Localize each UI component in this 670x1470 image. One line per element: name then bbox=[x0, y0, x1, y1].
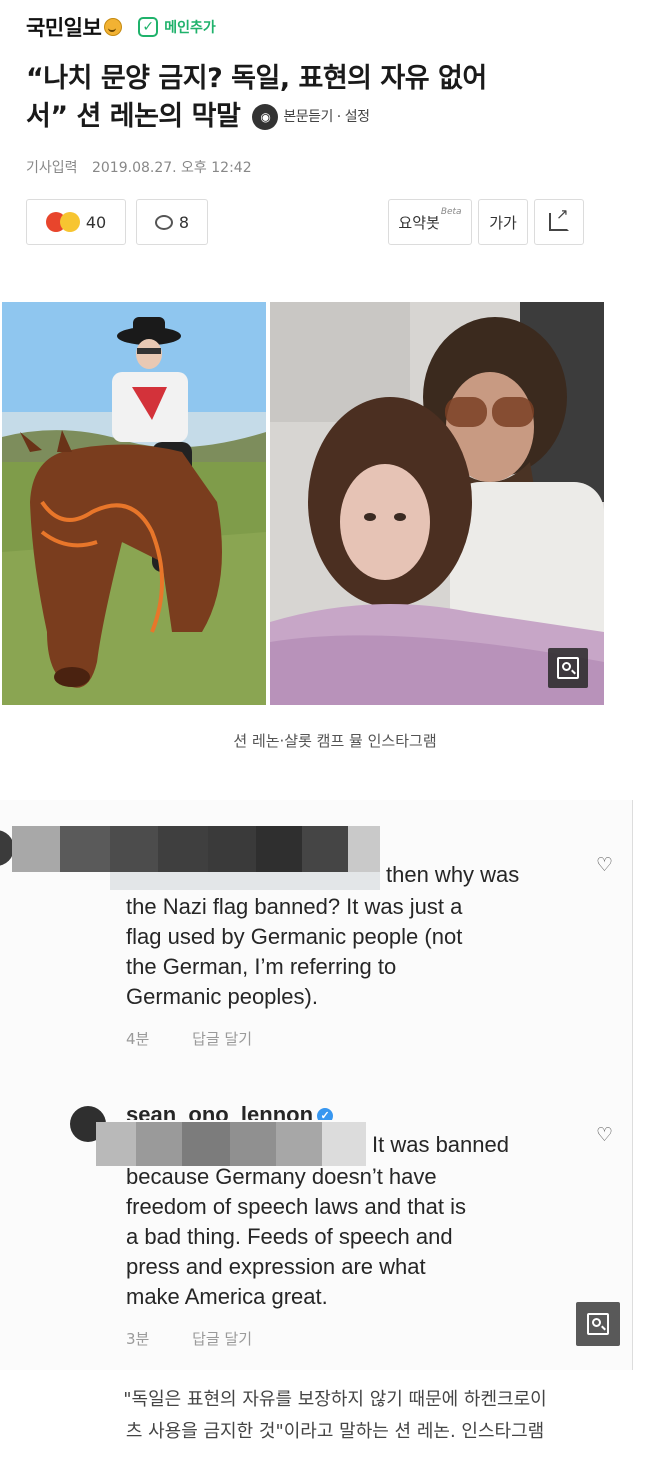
font-size-button[interactable]: 가가 bbox=[478, 199, 528, 245]
comment-count: 8 bbox=[178, 212, 190, 232]
reply-link[interactable]: 답글 달기 bbox=[192, 1330, 252, 1348]
main-add-label: 메인추가 bbox=[164, 20, 216, 36]
heart-icon[interactable]: ♡ bbox=[596, 1124, 613, 1146]
caption-line-1: "독일은 표현의 자유를 보장하지 않기 때문에 하켄크로이 bbox=[123, 1389, 547, 1410]
press-logo[interactable]: 국민일보 bbox=[26, 12, 102, 42]
comment-bubble-icon bbox=[154, 214, 173, 230]
comment-1-line-2: the Nazi flag banned? It was just a bbox=[126, 894, 463, 919]
username-text: sean_ono_lennon bbox=[126, 1102, 314, 1120]
share-icon bbox=[549, 205, 569, 231]
couple-illustration bbox=[270, 302, 604, 705]
date-label: 기사입력 bbox=[26, 160, 78, 176]
listen-button[interactable]: ◉ 본문듣기 · 설정 bbox=[252, 98, 370, 136]
title-line-2-row: 서” 션 레논의 막말 ◉ 본문듣기 · 설정 bbox=[26, 98, 626, 136]
zoom-button-photo[interactable] bbox=[548, 648, 588, 688]
share-button[interactable] bbox=[534, 199, 584, 245]
date-value: 2019.08.27. 오후 12:42 bbox=[91, 160, 252, 176]
zoom-icon bbox=[557, 657, 579, 679]
username[interactable]: sean_ono_lennon ✓ bbox=[126, 1102, 334, 1120]
instagram-comment-screenshot: then why was the Nazi flag banned? It wa… bbox=[0, 800, 633, 1370]
photo-caption: 션 레논·샬롯 캠프 뮬 인스타그램 bbox=[233, 732, 437, 750]
smile-icon bbox=[104, 18, 123, 36]
reply-link[interactable]: 답글 달기 bbox=[192, 1030, 252, 1048]
comment-1-line-1: then why was bbox=[386, 862, 520, 887]
comment-caption: "독일은 표현의 자유를 보장하지 않기 때문에 하켄크로이 츠 사용을 금지한… bbox=[0, 1384, 670, 1448]
comment-2-line-2: because Germany doesn’t have bbox=[126, 1164, 437, 1189]
blurred-username bbox=[96, 1122, 366, 1166]
photo-couple[interactable] bbox=[270, 302, 604, 705]
comment-1-meta: 4분 답글 달기 bbox=[126, 1028, 290, 1049]
comment-2-line-6: make America great. bbox=[126, 1284, 328, 1309]
horse-rider-illustration bbox=[2, 302, 266, 705]
comment-2-line-1: It was banned bbox=[372, 1132, 509, 1157]
comment-2-line-3: freedom of speech laws and that is bbox=[126, 1194, 466, 1219]
blurred-username-strip bbox=[110, 872, 380, 890]
article-title: “나치 문양 금지? 독일, 표현의 자유 없어 서” 션 레논의 막말 ◉ 본… bbox=[26, 60, 626, 136]
summary-bot-button[interactable]: 요약봇 Beta bbox=[388, 199, 472, 245]
summary-label: 요약봇 bbox=[398, 213, 440, 232]
listen-label: 본문듣기 · 설정 bbox=[283, 109, 370, 125]
title-line-2: 서” 션 레논의 막말 bbox=[26, 101, 241, 132]
photo-horse-rider[interactable] bbox=[2, 302, 266, 705]
caption-line-2: 츠 사용을 금지한 것"이라고 말하는 션 레논. 인스타그램 bbox=[125, 1421, 545, 1442]
beta-badge: Beta bbox=[440, 207, 462, 217]
comment-2-line-4: a bad thing. Feeds of speech and bbox=[126, 1224, 453, 1249]
comment-2-line-5: press and expression are what bbox=[126, 1254, 426, 1279]
audio-icon: ◉ bbox=[252, 104, 279, 130]
comment-time: 3분 bbox=[126, 1330, 150, 1348]
main-add-button[interactable]: ✓ 메인추가 bbox=[138, 17, 216, 37]
blurred-username bbox=[12, 826, 380, 872]
comment-1-line-4: the German, I’m referring to bbox=[126, 954, 397, 979]
comment-1-line-5: Germanic peoples). bbox=[126, 984, 318, 1009]
font-size-label: 가가 bbox=[489, 213, 517, 232]
zoom-button-comments[interactable] bbox=[576, 1302, 620, 1346]
zoom-icon bbox=[587, 1313, 609, 1335]
sad-face-icon bbox=[59, 212, 80, 232]
comment-button[interactable]: 8 bbox=[136, 199, 208, 245]
check-icon: ✓ bbox=[138, 17, 159, 37]
comment-time: 4분 bbox=[126, 1030, 150, 1048]
verified-badge-icon: ✓ bbox=[317, 1108, 334, 1120]
title-line-1: “나치 문양 금지? 독일, 표현의 자유 없어 bbox=[26, 63, 487, 94]
heart-icon[interactable]: ♡ bbox=[596, 854, 613, 876]
reaction-button[interactable]: 40 bbox=[26, 199, 126, 245]
top-bar: 국민일보 ✓ 메인추가 bbox=[26, 12, 216, 42]
reaction-icons bbox=[45, 212, 80, 232]
comment-1-line-3: flag used by Germanic people (not bbox=[126, 924, 463, 949]
article-date: 기사입력 2019.08.27. 오후 12:42 bbox=[26, 157, 262, 177]
comment-2-meta: 3분 답글 달기 bbox=[126, 1328, 290, 1349]
reaction-count: 40 bbox=[85, 212, 107, 232]
